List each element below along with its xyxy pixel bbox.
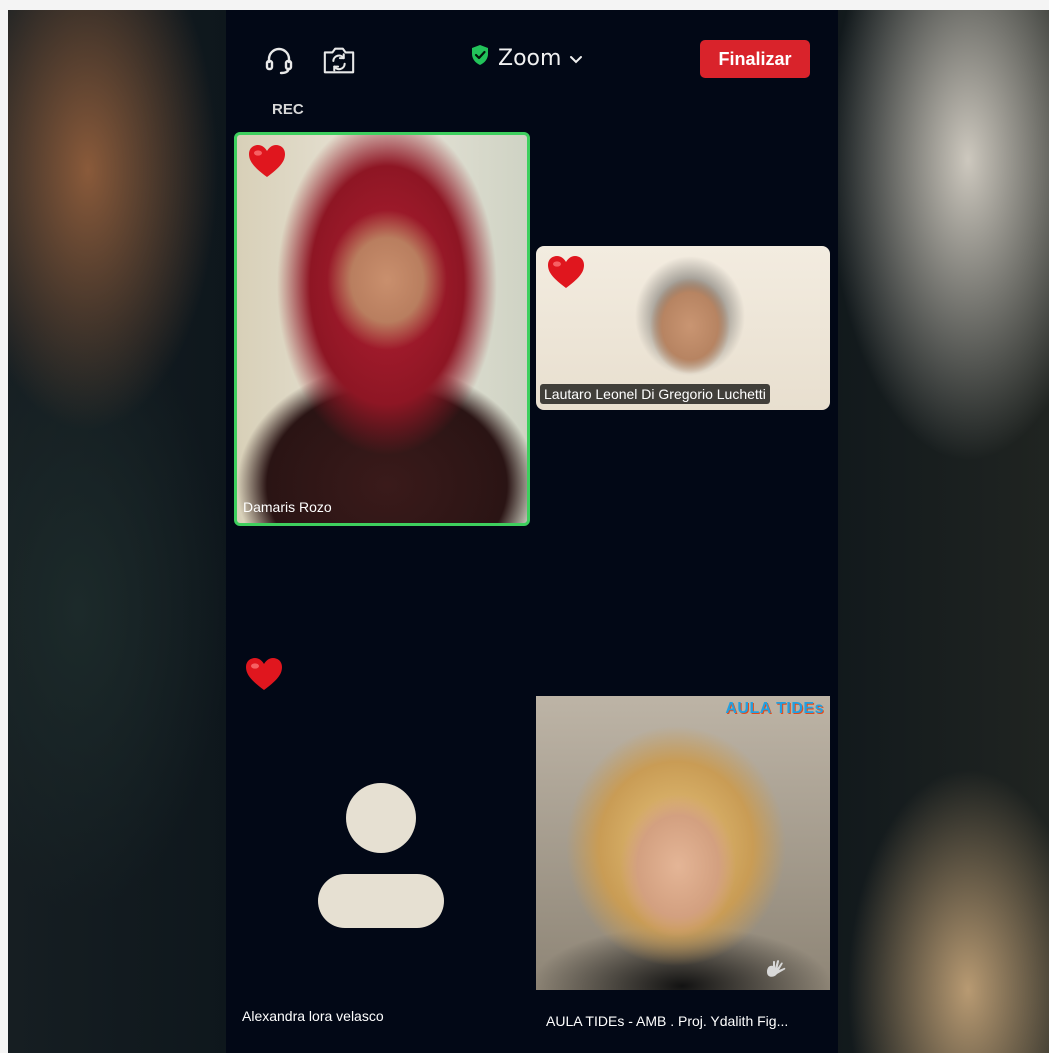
participant-name: Damaris Rozo — [243, 499, 332, 515]
participant-name: Lautaro Leonel Di Gregorio Luchetti — [540, 384, 770, 404]
participant-name: AULA TIDEs - AMB . Proj. Ydalith Fig... — [546, 1013, 789, 1029]
participant-video-tile[interactable]: Alexandra lora velasco — [234, 650, 524, 1042]
raised-hand-icon — [767, 960, 786, 977]
meeting-screen: Zoom Finalizar REC Damaris Rozo Lautaro … — [226, 10, 838, 1053]
heart-icon — [548, 256, 584, 288]
headset-icon[interactable] — [262, 43, 296, 77]
participant-video-tile[interactable]: Damaris Rozo — [234, 132, 530, 526]
heart-icon — [246, 658, 282, 690]
aula-tides-logo: AULA TIDEs — [725, 700, 824, 717]
participant-name: Alexandra lora velasco — [242, 1008, 384, 1024]
shield-check-icon — [470, 44, 490, 72]
chevron-down-icon — [569, 46, 583, 71]
participant-video-tile[interactable]: Lautaro Leonel Di Gregorio Luchetti — [536, 246, 830, 410]
recording-indicator: REC — [272, 101, 304, 118]
camera-flip-icon[interactable] — [322, 43, 356, 77]
participant-video-tile[interactable]: AULA TIDEs — [536, 696, 830, 990]
heart-icon — [249, 145, 285, 177]
app-title: Zoom — [498, 45, 562, 71]
end-meeting-button[interactable]: Finalizar — [700, 40, 810, 78]
avatar-placeholder-icon — [318, 783, 444, 928]
meeting-title-dropdown[interactable]: Zoom — [470, 38, 583, 78]
